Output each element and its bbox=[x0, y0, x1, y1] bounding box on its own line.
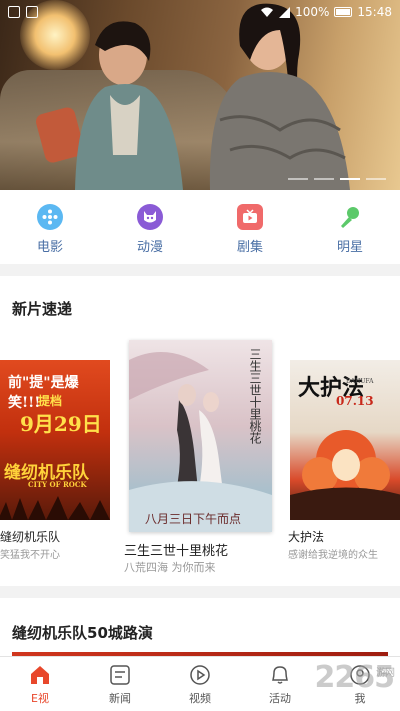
status-bar: 100% 15:48 bbox=[0, 0, 400, 24]
nav-tab-activity[interactable]: 活动 bbox=[240, 657, 320, 711]
signal-icon bbox=[279, 6, 291, 18]
poster-artwork bbox=[290, 430, 400, 520]
category-label: 剧集 bbox=[236, 240, 263, 255]
battery-icon bbox=[334, 7, 353, 17]
carousel-dot-active[interactable] bbox=[340, 178, 360, 180]
section-title: 缝纫机乐队50城路演 bbox=[12, 624, 153, 642]
nav-tab-video[interactable]: 视频 bbox=[160, 657, 240, 711]
category-anime[interactable]: 动漫 bbox=[100, 190, 200, 264]
notification-image-icon bbox=[8, 6, 20, 18]
carousel-indicator[interactable] bbox=[288, 178, 386, 180]
poster-date: 八月三日下午而点 bbox=[145, 512, 242, 526]
category-stars[interactable]: 明星 bbox=[300, 190, 400, 264]
movie-poster[interactable]: 前"提"是爆笑!!! 提档 9月29日 缝纫机乐队 CITY OF ROCK bbox=[0, 360, 110, 520]
section-title: 新片速递 bbox=[12, 300, 73, 318]
category-label: 明星 bbox=[336, 240, 363, 255]
category-row: 电影 动漫 剧集 明星 bbox=[0, 190, 400, 264]
play-icon bbox=[188, 663, 212, 687]
movie-title[interactable]: 大护法 bbox=[288, 528, 324, 545]
movie-tagline: 感谢给我逆境的众生 bbox=[288, 550, 378, 561]
banner-person-left bbox=[75, 21, 183, 190]
movie-tagline: 笑猛我不开心 bbox=[0, 550, 60, 561]
nav-label: E视 bbox=[31, 692, 49, 705]
app-screen: 100% 15:48 电影 动漫 剧集 明星 新片速递 前"提"是爆笑!!! 提… bbox=[0, 0, 400, 711]
home-icon bbox=[28, 663, 52, 687]
nav-label: 新闻 bbox=[109, 692, 131, 705]
category-label: 动漫 bbox=[136, 240, 163, 255]
poster-text: 提档 bbox=[38, 394, 63, 408]
nav-label: 活动 bbox=[269, 692, 291, 705]
new-releases-section: 新片速递 前"提"是爆笑!!! 提档 9月29日 缝纫机乐队 CITY OF R… bbox=[0, 276, 400, 586]
hero-banner[interactable] bbox=[0, 0, 400, 190]
battery-percent: 100% bbox=[295, 5, 330, 19]
poster-date: 9月29日 bbox=[20, 412, 102, 436]
poster-date: 07.13 bbox=[336, 394, 374, 408]
notification-bag-icon bbox=[26, 6, 38, 18]
carousel-dot[interactable] bbox=[366, 178, 386, 180]
news-icon bbox=[108, 663, 132, 687]
movie-title[interactable]: 缝纫机乐队 bbox=[0, 528, 60, 545]
nav-tab-home[interactable]: E视 bbox=[0, 657, 80, 711]
carousel-dot[interactable] bbox=[314, 178, 334, 180]
category-series[interactable]: 剧集 bbox=[200, 190, 300, 264]
nav-label: 视频 bbox=[189, 692, 211, 705]
activity-bell-icon bbox=[268, 663, 292, 687]
movie-poster-featured[interactable]: 三生三世十里桃花 八月三日下午而点 bbox=[129, 340, 272, 532]
clock: 15:48 bbox=[357, 5, 392, 19]
film-reel-icon bbox=[37, 204, 63, 230]
nav-tab-news[interactable]: 新闻 bbox=[80, 657, 160, 711]
movie-tagline: 八荒四海 为你而来 bbox=[124, 561, 216, 574]
microphone-icon bbox=[337, 204, 363, 230]
banner-person-right bbox=[209, 3, 350, 190]
wifi-icon bbox=[261, 7, 274, 17]
movie-title[interactable]: 三生三世十里桃花 bbox=[124, 540, 228, 559]
site-watermark: 2265 游网 bbox=[315, 660, 396, 695]
poster-crowd bbox=[0, 496, 110, 520]
poster-title: 三生三世十里桃花 bbox=[248, 348, 262, 444]
tv-icon bbox=[237, 204, 263, 230]
category-movie[interactable]: 电影 bbox=[0, 190, 100, 264]
watermark-sub: 游网 bbox=[376, 668, 395, 679]
cartoon-face-icon bbox=[137, 204, 163, 230]
category-label: 电影 bbox=[36, 240, 63, 255]
carousel-dot[interactable] bbox=[288, 178, 308, 180]
poster-subtitle: DAHUFA bbox=[346, 378, 374, 385]
movie-poster[interactable]: 大护法 DAHUFA 07.13 bbox=[290, 360, 400, 520]
